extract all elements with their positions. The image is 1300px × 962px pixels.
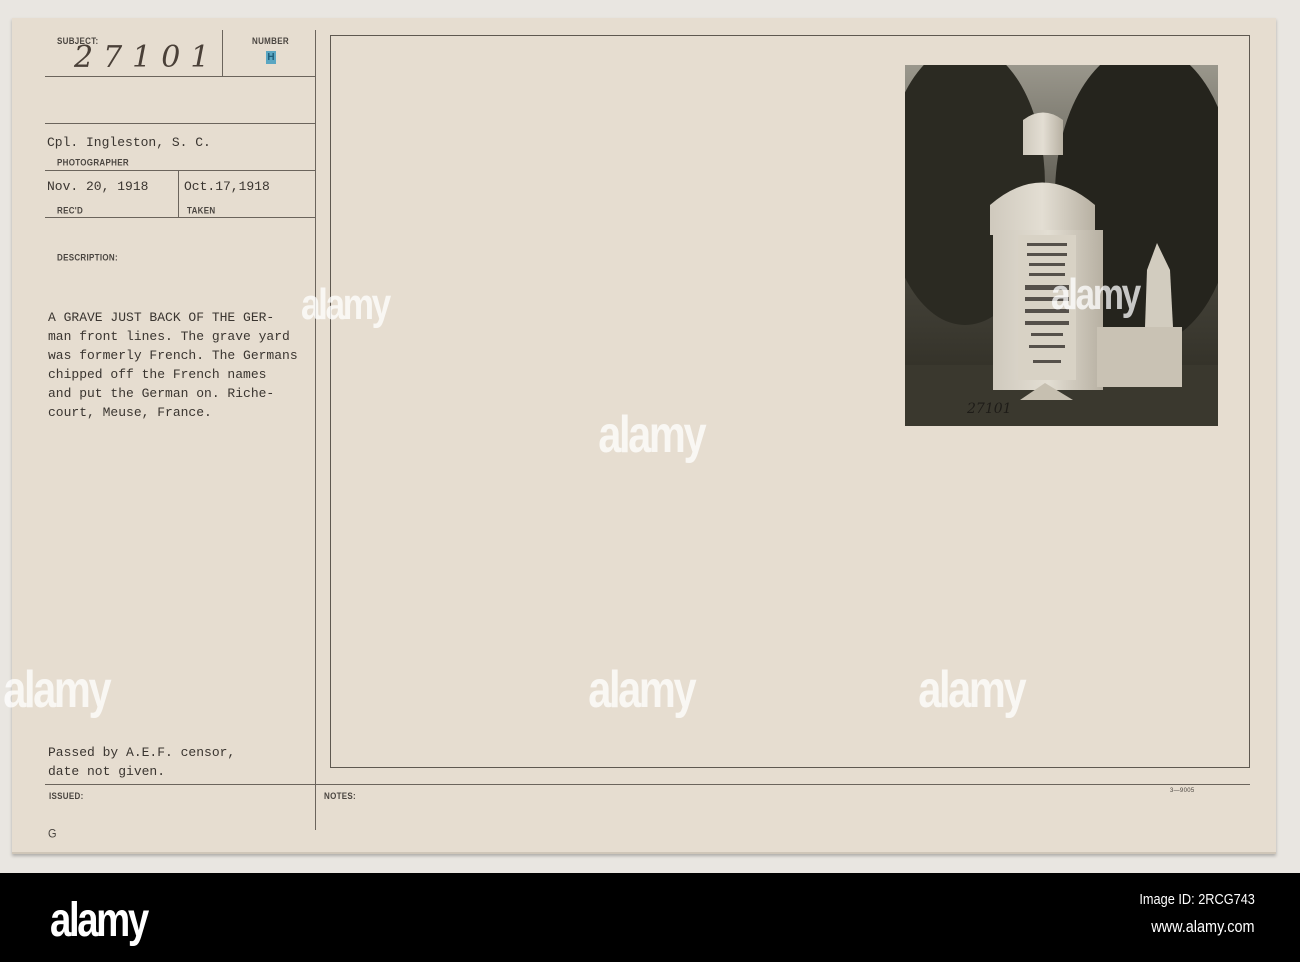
watermark: alamy xyxy=(598,406,706,464)
photo-number: 27101 xyxy=(966,401,1012,417)
alamy-logo: alamy xyxy=(50,894,149,947)
description-line: man front lines. The grave yard xyxy=(48,329,290,344)
received-date: Nov. 20, 1918 xyxy=(47,179,149,194)
site-url: www.alamy.com xyxy=(1151,917,1255,936)
description-line: A GRAVE JUST BACK OF THE GER- xyxy=(48,310,275,325)
photograph: 27101 xyxy=(905,65,1218,426)
watermark: alamy xyxy=(1050,270,1141,319)
corner-letter: G xyxy=(48,827,57,841)
number-label: NUMBER xyxy=(252,36,289,47)
watermark: alamy xyxy=(3,661,111,719)
description-label: DESCRIPTION: xyxy=(57,252,118,263)
form-code: 3—9005 xyxy=(1170,787,1195,795)
taken-date: Oct.17,1918 xyxy=(184,179,270,194)
censor-line: Passed by A.E.F. censor, xyxy=(48,745,236,760)
description: A GRAVE JUST BACK OF THE GER- man front … xyxy=(48,308,298,422)
number-stamp: H xyxy=(266,51,276,64)
photographer-name: Cpl. Ingleston, S. C. xyxy=(47,135,211,150)
notes-label: NOTES: xyxy=(324,791,357,802)
issued-label: ISSUED: xyxy=(49,791,84,802)
watermark: alamy xyxy=(300,280,391,329)
censor-line: date not given. xyxy=(48,764,166,779)
description-line: court, Meuse, France. xyxy=(48,405,212,420)
taken-label: TAKEN xyxy=(187,205,216,216)
received-label: REC'D xyxy=(57,205,84,216)
footer-bar: alamy Image ID: 2RCG743 www.alamy.com xyxy=(0,873,1300,962)
grave-photo-image: 27101 xyxy=(905,65,1218,426)
watermark: alamy xyxy=(918,661,1026,719)
description-line: and put the German on. Riche- xyxy=(48,386,275,401)
description-line: chipped off the French names xyxy=(48,367,267,382)
description-line: was formerly French. The Germans xyxy=(48,348,298,363)
photographer-label: PHOTOGRAPHER xyxy=(57,157,129,168)
image-id: Image ID: 2RCG743 xyxy=(1139,891,1255,908)
watermark: alamy xyxy=(588,661,696,719)
censor-note: Passed by A.E.F. censor, date not given. xyxy=(48,743,235,781)
subject-number: 27101 xyxy=(74,40,220,75)
